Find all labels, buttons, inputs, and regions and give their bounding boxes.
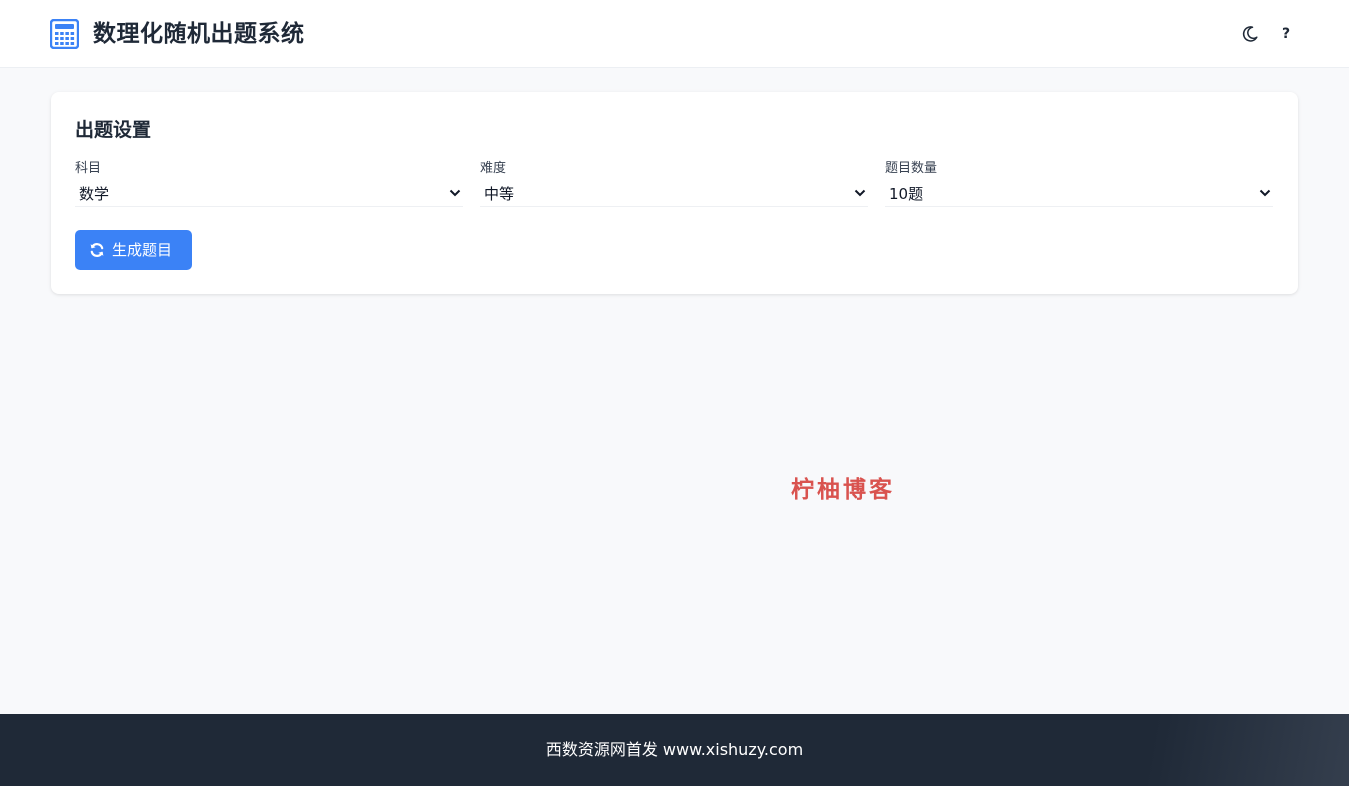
chevron-down-icon [854, 189, 866, 197]
subject-label: 科目 [75, 161, 102, 176]
count-select-value: 10题 [889, 185, 924, 203]
settings-card: 出题设置 科目 数学 难度 中等 题目数量 10题 生成题目 [51, 92, 1298, 294]
page-footer: 西数资源网首发 www.xishuzy.com [0, 714, 1349, 786]
help-button[interactable]: ? [1278, 24, 1294, 44]
count-label: 题目数量 [885, 161, 938, 176]
generate-button[interactable]: 生成题目 [75, 230, 192, 270]
generate-button-label: 生成题目 [112, 241, 173, 259]
count-field: 题目数量 10题 [885, 160, 1273, 208]
count-select[interactable]: 10题 [885, 182, 1273, 207]
refresh-icon [90, 243, 104, 257]
difficulty-select[interactable]: 中等 [480, 182, 868, 207]
moon-icon[interactable] [1241, 25, 1259, 43]
calculator-icon [50, 19, 79, 49]
card-title: 出题设置 [75, 119, 152, 141]
chevron-down-icon [449, 189, 461, 197]
watermark-text: 柠柚博客 [791, 476, 895, 503]
difficulty-label: 难度 [480, 161, 507, 176]
subject-select[interactable]: 数学 [75, 182, 463, 207]
app-title: 数理化随机出题系统 [93, 21, 305, 47]
footer-text: 西数资源网首发 www.xishuzy.com [545, 740, 804, 759]
subject-select-value: 数学 [79, 185, 110, 203]
difficulty-select-value: 中等 [484, 185, 515, 203]
chevron-down-icon [1259, 189, 1271, 197]
subject-field: 科目 数学 [75, 160, 463, 208]
app-header: 数理化随机出题系统 ? [0, 0, 1349, 68]
difficulty-field: 难度 中等 [480, 160, 868, 208]
